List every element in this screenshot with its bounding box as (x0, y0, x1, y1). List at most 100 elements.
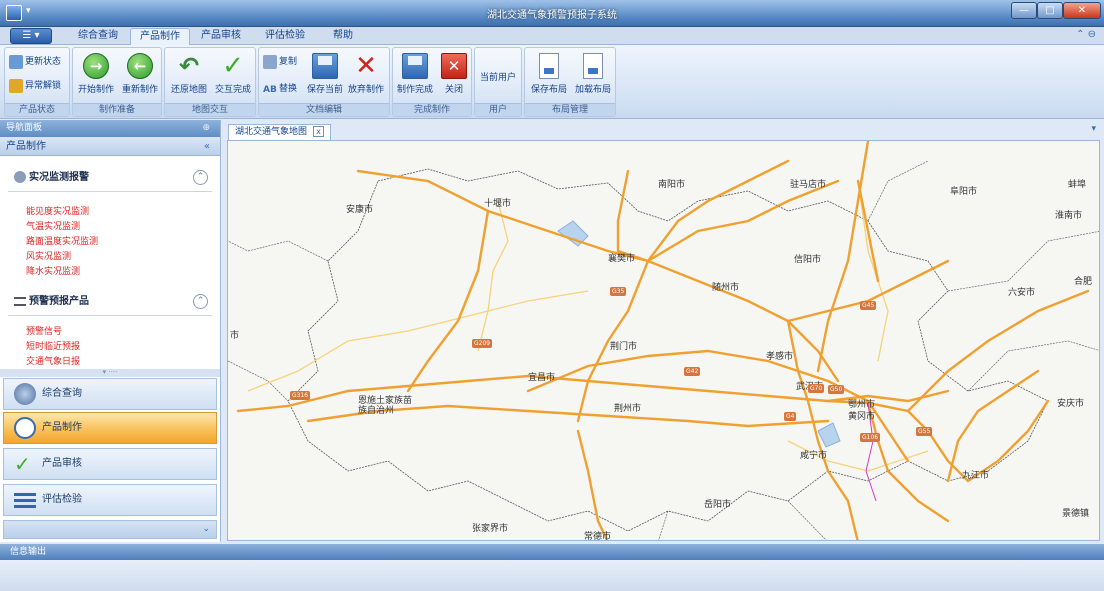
tab-map-document[interactable]: 湖北交通气象地图 x (228, 124, 332, 140)
group-caption: 产品状态 (5, 103, 69, 116)
update-status-button[interactable]: 更新状态 (9, 54, 61, 71)
tab-list-dropdown-icon[interactable]: ▾ (1091, 124, 1096, 134)
close-doc-button[interactable]: ✕ 关闭 (437, 50, 471, 103)
save-layout-button[interactable]: 保存布局 (527, 50, 571, 103)
collapse-up-icon[interactable]: ⌃ (193, 170, 208, 185)
city-label: 常德市 (584, 532, 612, 541)
map-graphics (228, 141, 1099, 540)
collapse-up-icon[interactable]: ⌃ (193, 294, 208, 309)
city-label: 岳阳市 (704, 500, 732, 510)
nav-panel-header: 导航面板 ⊕ (0, 120, 220, 137)
copy-button[interactable]: 复制 (263, 54, 297, 71)
link-visibility[interactable]: 能见度实况监测 (26, 205, 89, 220)
close-tab-icon[interactable]: x (313, 126, 325, 137)
group-caption: 布局管理 (525, 103, 615, 116)
tab-evaluation[interactable]: 评估检验 (256, 28, 314, 45)
info-output-panel[interactable] (0, 560, 1104, 591)
binoculars-icon (14, 383, 36, 405)
road-shield: G70 (808, 384, 825, 393)
section-forecast[interactable]: 预警预报产品 ⌃ (0, 291, 220, 313)
navigation-panel: 导航面板 ⊕ 产品制作 « 实况监测报警 ⌃ 能见度实况监测 气温实况监测 路面… (0, 120, 221, 542)
link-wind[interactable]: 风实况监测 (26, 250, 71, 265)
splitter-grip[interactable]: ▾ ···· (0, 369, 220, 377)
link-precipitation[interactable]: 降水实况监测 (26, 265, 80, 280)
city-label: 随州市 (712, 283, 740, 293)
copy-icon (263, 54, 277, 69)
city-label: 荆州市 (614, 404, 642, 414)
checkmark-icon: ✓ (14, 452, 31, 476)
road-shield: G106 (860, 433, 881, 442)
application-menu-button[interactable]: ☰ ▾ (10, 28, 52, 44)
maximize-button[interactable]: □ (1037, 2, 1063, 19)
title-bar: ▾ 湖北交通气象预警预报子系统 — □ ✕ (0, 0, 1104, 27)
road-shield: G209 (472, 339, 493, 348)
nav-button-query[interactable]: 综合查询 (3, 378, 217, 410)
nav-button-review[interactable]: ✓ 产品审核 (3, 448, 217, 480)
nav-overflow-chevron[interactable]: ⌄ (3, 520, 217, 539)
pin-icon[interactable]: ⊕ (202, 120, 210, 137)
save-current-button[interactable]: 保存当前 (305, 50, 345, 103)
finish-button[interactable]: 制作完成 (395, 50, 435, 103)
close-box-icon: ✕ (441, 53, 467, 79)
gear-icon (14, 171, 26, 183)
undo-arrow-icon: ↶ (178, 52, 200, 80)
load-layout-button[interactable]: 加载布局 (571, 50, 615, 103)
tab-product-make[interactable]: 产品制作 (130, 28, 190, 45)
tab-help[interactable]: 帮助 (320, 28, 366, 45)
link-daily-report[interactable]: 交通气象日报 (26, 355, 80, 369)
link-nowcast[interactable]: 短时临近预报 (26, 340, 80, 355)
checkmark-icon: ✓ (222, 51, 244, 81)
current-user-button[interactable]: 当前用户 (480, 70, 516, 87)
tab-query[interactable]: 综合查询 (66, 28, 130, 45)
road-shield: G316 (290, 391, 311, 400)
remake-button[interactable]: ← 重新制作 (119, 50, 161, 103)
city-label: 黄冈市 (848, 412, 876, 422)
collapse-icon[interactable]: « (204, 137, 210, 156)
compass-icon (14, 417, 36, 439)
city-label: 十堰市 (484, 199, 512, 209)
close-window-button[interactable]: ✕ (1063, 2, 1101, 19)
list-lines-icon (14, 489, 36, 511)
city-label: 荆门市 (610, 342, 638, 352)
group-status: 更新状态 异常解锁 产品状态 (4, 47, 70, 117)
city-label: 淮南市 (1055, 211, 1083, 221)
group-caption: 制作准备 (73, 103, 161, 116)
discard-button[interactable]: ✕ 放弃制作 (345, 50, 387, 103)
ribbon: 更新状态 异常解锁 产品状态 → 开始制作 ← 重新制作 制作准备 ↶ 还原地图 ✓ 交… (0, 45, 1104, 119)
link-temperature[interactable]: 气温实况监测 (26, 220, 80, 235)
restore-map-button[interactable]: ↶ 还原地图 (167, 50, 211, 103)
abnormal-unlock-button[interactable]: 异常解锁 (9, 78, 61, 95)
section-monitoring[interactable]: 实况监测报警 ⌃ (0, 167, 220, 189)
list-icon (14, 296, 26, 306)
city-label: 市 (230, 331, 240, 341)
nav-section-title: 产品制作 « (0, 137, 220, 156)
link-warning-signal[interactable]: 预警信号 (26, 325, 62, 340)
link-road-temperature[interactable]: 路面温度实况监测 (26, 235, 98, 250)
nav-button-evaluation[interactable]: 评估检验 (3, 484, 217, 516)
city-label: 襄樊市 (608, 254, 636, 264)
group-caption: 完成制作 (393, 103, 471, 116)
road-shield: G4 (784, 412, 797, 421)
load-layout-icon (583, 53, 603, 79)
interact-done-button[interactable]: ✓ 交互完成 (211, 50, 255, 103)
replace-button[interactable]: AB 替换 (263, 81, 297, 98)
road-shield: G50 (828, 385, 845, 394)
minimize-button[interactable]: — (1011, 2, 1037, 19)
map-canvas[interactable]: 南阳市 驻马店市 阜阳市 蚌埠 安康市 十堰市 淮南市 襄樊市 信阳市 随州市 … (227, 140, 1100, 541)
city-label: 信阳市 (794, 255, 822, 265)
city-label: 六安市 (1008, 288, 1036, 298)
ribbon-minimize-help-icon[interactable]: ⌃ ⊖ (1076, 29, 1096, 40)
refresh-icon (9, 54, 23, 69)
window-title: 湖北交通气象预警预报子系统 (487, 10, 617, 21)
group-caption: 用户 (475, 103, 521, 116)
group-user: 当前用户 用户 (474, 47, 522, 117)
red-x-icon: ✕ (355, 51, 377, 81)
start-make-button[interactable]: → 开始制作 (75, 50, 117, 103)
tab-product-review[interactable]: 产品审核 (192, 28, 250, 45)
road-shield: G35 (610, 287, 627, 296)
provincial-road (477, 200, 509, 352)
group-caption: 地图交互 (165, 103, 255, 116)
nav-tree: 实况监测报警 ⌃ 能见度实况监测 气温实况监测 路面温度实况监测 风实况监测 降… (0, 157, 220, 369)
city-label: 驻马店市 (790, 180, 827, 190)
nav-button-product-make[interactable]: 产品制作 (3, 412, 217, 444)
